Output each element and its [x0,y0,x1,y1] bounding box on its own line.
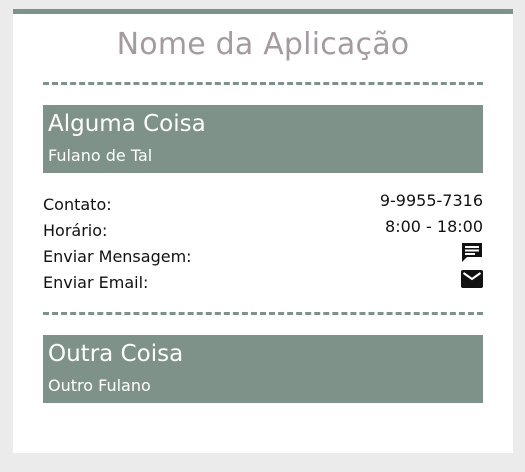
item-title: Outra Coisa [48,341,184,367]
hours-label: Horário: [43,221,108,240]
app-card: Nome da Aplicação Alguma Coisa Fulano de… [13,9,513,453]
hours-row: Horário: 8:00 - 18:00 [43,217,483,245]
section-divider [43,82,483,85]
email-label: Enviar Email: [43,273,149,292]
item-details: Contato: 9-9955-7316 Horário: 8:00 - 18:… [43,191,483,297]
section-divider [43,312,483,315]
app-title: Nome da Aplicação [116,27,410,62]
item-header-alguma-coisa[interactable]: Alguma Coisa Fulano de Tal [43,105,483,173]
mail-icon[interactable] [461,270,483,288]
hours-value: 8:00 - 18:00 [385,217,483,236]
chat-icon[interactable] [461,243,483,262]
message-label: Enviar Mensagem: [43,247,192,266]
contact-row: Contato: 9-9955-7316 [43,191,483,219]
message-row: Enviar Mensagem: [43,243,483,271]
item-subtitle: Outro Fulano [48,376,151,395]
item-title: Alguma Coisa [48,111,206,137]
contact-value[interactable]: 9-9955-7316 [380,191,483,210]
email-row: Enviar Email: [43,270,483,297]
item-header-outra-coisa[interactable]: Outra Coisa Outro Fulano [43,335,483,403]
contact-label: Contato: [43,195,112,214]
item-subtitle: Fulano de Tal [48,146,153,165]
